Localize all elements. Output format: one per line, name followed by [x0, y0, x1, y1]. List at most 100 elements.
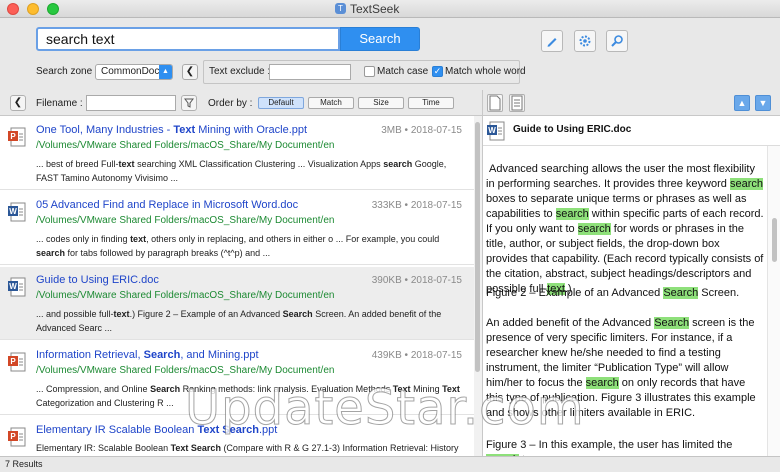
- snippet-segment: text: [113, 309, 130, 319]
- result-title-segment: Search: [143, 349, 181, 361]
- snippet-segment: Elementary IR: Scalable Boolean: [36, 443, 171, 453]
- preview-text: Figure 3 – In this example, the user has…: [486, 439, 733, 451]
- sort-size-button[interactable]: Size: [358, 97, 404, 109]
- result-snippet: ... and possible full-text.) Figure 2 – …: [36, 307, 466, 335]
- toolbar: Search Search zone : CommonDoc ▲ ❮ Text …: [0, 18, 780, 90]
- result-row[interactable]: W Guide to Using ERIC.doc 390KB • 2018-07-…: [0, 267, 474, 340]
- word-doc-icon: W: [8, 277, 26, 297]
- sort-default-button[interactable]: Default: [258, 97, 304, 109]
- search-zone-select[interactable]: CommonDoc ▲: [95, 64, 173, 80]
- match-whole-word-label: Match whole word: [445, 66, 526, 77]
- result-title-segment: Elementary IR Scalable Boolean: [36, 424, 198, 436]
- filename-filter-input[interactable]: [86, 95, 176, 111]
- results-scroll-thumb[interactable]: [475, 122, 480, 372]
- window-title: TextSeek: [350, 2, 400, 16]
- search-zone-value: CommonDoc: [101, 66, 160, 77]
- open-document-button[interactable]: [487, 94, 503, 112]
- preview-text: Screen.: [698, 287, 740, 299]
- result-path: /Volumes/VMware Shared Folders/macOS_Sha…: [36, 140, 335, 151]
- search-zone-label: Search zone :: [36, 66, 98, 77]
- snippet-segment: Search: [150, 384, 181, 394]
- settings-icon: [579, 35, 591, 47]
- svg-text:P: P: [10, 432, 16, 441]
- word-doc-icon: W: [487, 121, 505, 141]
- close-window-button[interactable]: [7, 3, 19, 15]
- result-size: 390KB: [371, 275, 402, 286]
- svg-text:W: W: [488, 126, 496, 135]
- result-snippet: ... best of breed Full-text searching XM…: [36, 157, 466, 185]
- result-date: 2018-07-15: [410, 200, 462, 211]
- meta-separator: •: [401, 200, 411, 211]
- previous-match-button[interactable]: ▲: [734, 95, 750, 111]
- match-whole-word-checkbox[interactable]: ✓: [432, 66, 443, 77]
- preview-scrollbar[interactable]: [767, 146, 780, 456]
- svg-text:W: W: [9, 207, 17, 216]
- result-title-segment: Information Retrieval,: [36, 349, 144, 361]
- open-folder-button[interactable]: [509, 94, 525, 112]
- result-title-segment: 05 Advanced Find and Replace in Microsof…: [36, 199, 299, 211]
- document-list-icon: [511, 95, 523, 111]
- svg-text:P: P: [10, 357, 16, 366]
- result-row[interactable]: W 05 Advanced Find and Replace in Microso…: [0, 192, 474, 265]
- back-button[interactable]: ❮: [10, 95, 26, 111]
- order-by-label: Order by :: [208, 98, 253, 109]
- result-meta: 439KB • 2018-07-15: [372, 350, 462, 361]
- find-tool-button[interactable]: [606, 30, 628, 52]
- collapse-options-button[interactable]: ❮: [182, 64, 198, 80]
- document-icon: [489, 95, 501, 111]
- sort-time-button[interactable]: Time: [408, 97, 454, 109]
- snippet-segment: ... best of breed Full-: [36, 159, 119, 169]
- result-snippet: ... codes only in finding text, others o…: [36, 232, 466, 260]
- edit-button[interactable]: [541, 30, 563, 52]
- minimize-window-button[interactable]: [27, 3, 39, 15]
- preview-toolbar: ▲ ▼: [483, 90, 780, 116]
- match-case-label: Match case: [377, 66, 429, 77]
- powerpoint-icon: P: [8, 352, 26, 372]
- snippet-segment: Search: [282, 309, 313, 319]
- text-exclude-input[interactable]: [269, 64, 351, 80]
- highlighted-match: Search: [654, 317, 690, 329]
- search-button[interactable]: Search: [340, 27, 420, 51]
- result-title-link[interactable]: 05 Advanced Find and Replace in Microsof…: [36, 199, 298, 211]
- next-match-button[interactable]: ▼: [755, 95, 771, 111]
- highlighted-match: search: [555, 208, 589, 220]
- watermark: UpdateStar.com: [185, 380, 585, 437]
- app-icon: T: [335, 3, 346, 14]
- meta-separator: •: [401, 275, 411, 286]
- sort-match-button[interactable]: Match: [308, 97, 354, 109]
- highlighted-match: search: [577, 223, 611, 235]
- highlighted-match: search: [729, 178, 763, 190]
- filename-label: Filename :: [36, 98, 83, 109]
- powerpoint-icon: P: [8, 127, 26, 147]
- result-row[interactable]: P One Tool, Many Industries - Text Mining…: [0, 117, 474, 190]
- match-case-checkbox[interactable]: [364, 66, 375, 77]
- result-title-segment: One Tool, Many Industries -: [36, 124, 174, 136]
- snippet-segment: search: [36, 248, 66, 258]
- result-meta: 333KB • 2018-07-15: [372, 200, 462, 211]
- chevron-left-icon: ❮: [185, 66, 195, 77]
- result-title-link[interactable]: One Tool, Many Industries - Text Mining …: [36, 124, 307, 136]
- svg-text:W: W: [9, 282, 17, 291]
- arrow-down-icon: ▼: [758, 98, 768, 108]
- preview-scroll-thumb[interactable]: [772, 218, 777, 262]
- svg-text:P: P: [10, 132, 16, 141]
- filter-button[interactable]: [181, 95, 197, 111]
- result-title-link[interactable]: Guide to Using ERIC.doc: [36, 274, 159, 286]
- snippet-segment: search: [383, 159, 413, 169]
- snippet-segment: text: [118, 159, 135, 169]
- search-input[interactable]: [36, 27, 340, 51]
- edit-icon: [547, 38, 557, 47]
- settings-button[interactable]: [574, 30, 596, 52]
- text-exclude-label: Text exclude :: [209, 66, 271, 77]
- result-date: 2018-07-15: [410, 350, 462, 361]
- result-title-link[interactable]: Information Retrieval, Search, and Minin…: [36, 349, 259, 361]
- preview-text: Figure 2 – Example of an Advanced: [486, 287, 664, 299]
- maximize-window-button[interactable]: [47, 3, 59, 15]
- result-title-segment: Text: [173, 124, 196, 136]
- filter-icon: [184, 98, 194, 108]
- snippet-segment: .) Figure 2 – Example of an Advanced: [129, 309, 283, 319]
- preview-header: W Guide to Using ERIC.doc: [483, 116, 780, 146]
- snippet-segment: Text Search: [170, 443, 221, 453]
- snippet-segment: ... codes only in finding: [36, 234, 131, 244]
- check-icon: ✓: [433, 66, 442, 76]
